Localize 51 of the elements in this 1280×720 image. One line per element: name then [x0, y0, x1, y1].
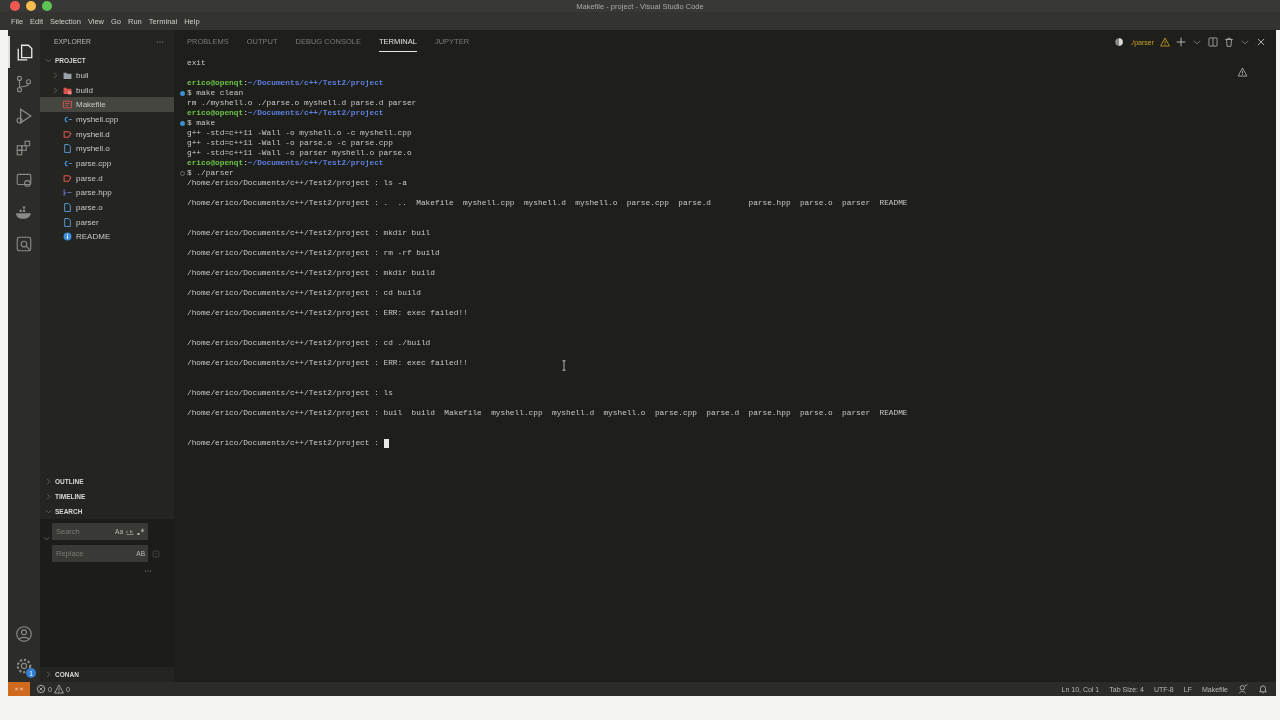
- monitor-icon[interactable]: [15, 171, 33, 189]
- regex-icon[interactable]: [137, 527, 145, 536]
- error-icon: [36, 684, 46, 694]
- file-tree-item[interactable]: parse.cpp: [40, 156, 174, 171]
- warning-icon: [1160, 37, 1170, 47]
- dependency-file-icon: [63, 173, 72, 183]
- file-tree-item[interactable]: README: [40, 229, 174, 245]
- close-icon[interactable]: [1256, 37, 1266, 47]
- file-tree-item[interactable]: buil: [40, 68, 174, 83]
- folder-icon: [63, 85, 72, 95]
- file-tree-item[interactable]: parse.o: [40, 200, 174, 215]
- file-tree-item[interactable]: parse.hpp: [40, 185, 174, 201]
- file-tree-item[interactable]: myshell.d: [40, 126, 174, 142]
- file-tree-item[interactable]: build: [40, 82, 174, 98]
- whole-word-icon[interactable]: [126, 527, 134, 536]
- makefile-icon: [63, 100, 72, 110]
- file-tree-item[interactable]: myshell.cpp: [40, 112, 174, 127]
- file-tree-item[interactable]: myshell.o: [40, 141, 174, 157]
- close-button[interactable]: [10, 1, 20, 11]
- account-icon[interactable]: [15, 625, 33, 643]
- split-icon[interactable]: [1208, 37, 1218, 47]
- warning-icon: [1237, 67, 1248, 77]
- more-icon[interactable]: [144, 567, 152, 575]
- file-tree-item[interactable]: parser: [40, 214, 174, 230]
- source-control-icon[interactable]: [15, 75, 33, 93]
- bell-icon[interactable]: [1258, 684, 1268, 694]
- cpp-file-icon: [63, 158, 72, 168]
- chevron-down-icon[interactable]: [1192, 37, 1202, 47]
- maximize-button[interactable]: [42, 1, 52, 11]
- chevron-down-icon[interactable]: [1240, 37, 1250, 47]
- terminal-shell-icon[interactable]: [1114, 37, 1125, 47]
- header-file-icon: [63, 188, 72, 198]
- dependency-file-icon: [63, 129, 72, 139]
- extensions-icon[interactable]: [15, 139, 33, 157]
- file-tree-item[interactable]: Makefile: [40, 97, 174, 113]
- minimize-button[interactable]: [26, 1, 36, 11]
- warning-icon: [53, 684, 64, 694]
- run-debug-icon[interactable]: [15, 107, 33, 125]
- cpp-file-icon: [63, 114, 72, 124]
- settings-icon[interactable]: [15, 657, 33, 675]
- text-cursor-icon: [561, 360, 567, 371]
- file-tree-item[interactable]: parse.d: [40, 170, 174, 186]
- file-icon: [63, 144, 72, 154]
- command-status-dot[interactable]: [180, 121, 185, 126]
- info-icon: [63, 232, 72, 242]
- files-icon[interactable]: [16, 43, 34, 61]
- feedback-icon[interactable]: [1238, 684, 1248, 694]
- folder-icon: [63, 70, 72, 80]
- add-icon[interactable]: [1176, 37, 1186, 47]
- command-status-dot[interactable]: [180, 91, 185, 96]
- trash-icon[interactable]: [1224, 37, 1234, 47]
